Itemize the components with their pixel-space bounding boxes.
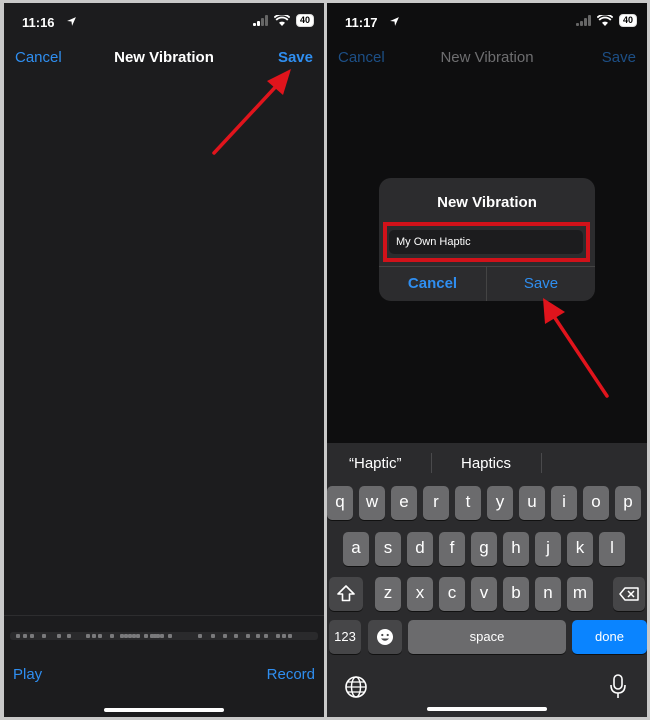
battery-indicator: 40 <box>618 14 637 27</box>
done-key[interactable]: done <box>572 620 647 654</box>
location-arrow-icon <box>66 16 77 27</box>
wifi-icon <box>273 14 290 27</box>
divider <box>541 453 542 473</box>
key-x[interactable]: x <box>407 577 433 611</box>
key-v[interactable]: v <box>471 577 497 611</box>
delete-key[interactable] <box>613 577 645 611</box>
battery-indicator: 40 <box>295 14 314 27</box>
key-e[interactable]: e <box>391 486 417 520</box>
home-indicator[interactable] <box>104 708 224 712</box>
recording-controls: Play Record <box>4 615 324 717</box>
suggestion-1[interactable]: “Haptic” <box>349 455 402 472</box>
vibration-timeline[interactable] <box>10 632 318 640</box>
key-s[interactable]: s <box>375 532 401 566</box>
status-bar: 11:17 40 <box>327 3 647 41</box>
dialog-cancel-button[interactable]: Cancel <box>379 267 486 301</box>
key-c[interactable]: c <box>439 577 465 611</box>
key-q[interactable]: q <box>327 486 353 520</box>
record-button[interactable]: Record <box>267 666 315 683</box>
key-d[interactable]: d <box>407 532 433 566</box>
cellular-signal-icon <box>575 15 591 26</box>
status-time: 11:16 <box>22 15 55 30</box>
key-i[interactable]: i <box>551 486 577 520</box>
emoji-icon <box>377 629 393 645</box>
home-indicator[interactable] <box>427 707 547 711</box>
key-t[interactable]: t <box>455 486 481 520</box>
right-screenshot: 11:17 40 Cancel New Vibration Save New V… <box>327 3 647 717</box>
key-l[interactable]: l <box>599 532 625 566</box>
navigation-bar: Cancel New Vibration Save <box>327 43 647 73</box>
key-f[interactable]: f <box>439 532 465 566</box>
key-p[interactable]: p <box>615 486 641 520</box>
page-title: New Vibration <box>440 49 534 66</box>
key-o[interactable]: o <box>583 486 609 520</box>
key-u[interactable]: u <box>519 486 545 520</box>
numbers-key[interactable]: 123 <box>329 620 361 654</box>
backspace-icon <box>619 587 639 601</box>
status-bar: 11:16 40 <box>4 3 324 41</box>
annotation-arrow <box>212 69 291 155</box>
key-k[interactable]: k <box>567 532 593 566</box>
annotation-arrow <box>543 298 609 398</box>
location-arrow-icon <box>389 16 400 27</box>
key-n[interactable]: n <box>535 577 561 611</box>
dialog-title: New Vibration <box>437 194 537 211</box>
predictive-text-bar: “Haptic” Haptics <box>327 443 647 481</box>
wifi-icon <box>596 14 613 27</box>
key-z[interactable]: z <box>375 577 401 611</box>
shift-key[interactable] <box>329 577 363 611</box>
key-w[interactable]: w <box>359 486 385 520</box>
microphone-icon[interactable] <box>609 674 627 700</box>
divider <box>431 453 432 473</box>
key-h[interactable]: h <box>503 532 529 566</box>
save-button[interactable]: Save <box>602 49 636 66</box>
key-r[interactable]: r <box>423 486 449 520</box>
status-time: 11:17 <box>345 15 378 30</box>
left-screenshot: 11:16 40 Cancel New Vibration Save Play … <box>4 3 324 717</box>
key-b[interactable]: b <box>503 577 529 611</box>
shift-icon <box>337 585 355 602</box>
keyboard: “Haptic” Haptics q w e r t y u i o p a s… <box>327 443 647 717</box>
cellular-signal-icon <box>252 15 268 26</box>
key-j[interactable]: j <box>535 532 561 566</box>
key-y[interactable]: y <box>487 486 513 520</box>
emoji-key[interactable] <box>368 620 402 654</box>
globe-icon[interactable] <box>344 675 368 699</box>
key-a[interactable]: a <box>343 532 369 566</box>
play-button[interactable]: Play <box>13 666 42 683</box>
highlight-box <box>383 222 590 262</box>
key-g[interactable]: g <box>471 532 497 566</box>
name-vibration-dialog: New Vibration My Own Haptic Cancel Save <box>379 178 595 301</box>
space-key[interactable]: space <box>408 620 566 654</box>
suggestion-2[interactable]: Haptics <box>461 455 511 472</box>
key-m[interactable]: m <box>567 577 593 611</box>
